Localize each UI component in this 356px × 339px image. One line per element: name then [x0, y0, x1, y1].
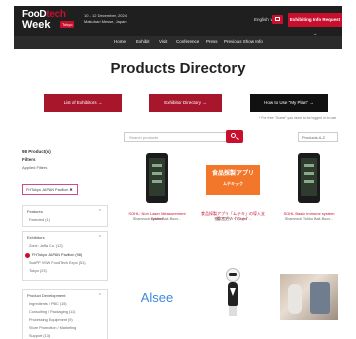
exhibitor-directory-button[interactable]: Exhibitor Directory → — [149, 94, 222, 112]
product-title[interactable]: SOHL Basic Immune system — [276, 211, 342, 216]
filter-option[interactable]: Ingredients / PBC (15) — [29, 302, 67, 306]
filter-option-selected[interactable]: FHTokyo JAPAN Pavilion (98) — [32, 253, 82, 257]
filter-panel-product-development: Product Development ⌃ Ingredients / PBC … — [22, 289, 108, 339]
product-exhibitor: Shamrock Tohko Bak Bucx... — [284, 217, 334, 221]
site-logo[interactable]: FooDtech Week — [22, 9, 66, 31]
product-image[interactable] — [200, 268, 266, 324]
nav-item-conference[interactable]: Conference — [176, 39, 199, 44]
how-to-use-my-plan-button[interactable]: How to Use "My Plan" → — [250, 94, 328, 112]
chevron-up-icon[interactable]: ⌃ — [98, 293, 102, 299]
filter-panel-features: Features ⌃ Featured (1) — [22, 205, 108, 227]
logo-text-week: Week — [22, 19, 51, 31]
filter-option[interactable]: Consulting / Packaging (11) — [29, 310, 75, 314]
event-info: 10 - 12 December, 2024 Makuhari Messe, J… — [84, 13, 127, 25]
filter-option[interactable]: Featured (1) — [29, 218, 50, 222]
product-exhibitor: Shamrock Tohko Bak Bucx... — [132, 217, 182, 221]
nav-item-visit[interactable]: Visit — [159, 39, 167, 44]
sort-select[interactable]: Products A-Z — [298, 132, 338, 142]
chevron-up-icon[interactable]: ⌃ — [98, 235, 102, 241]
selected-indicator — [25, 253, 30, 258]
guest-note: * For free "Guest" you need to be logged… — [259, 116, 337, 120]
applied-filters-label: Applied Filters — [22, 165, 48, 170]
search-icon[interactable] — [226, 130, 243, 143]
mail-icon[interactable] — [272, 15, 283, 24]
page-title: Products Directory — [110, 60, 246, 77]
device-image — [298, 153, 320, 203]
language-selector[interactable]: English ∨ — [254, 17, 273, 23]
nav-item-home[interactable]: Home — [114, 39, 126, 44]
chevron-up-icon[interactable]: ⌃ — [98, 209, 102, 215]
banner-subtitle: ムテキック — [223, 181, 243, 186]
exhibiting-info-request-button[interactable]: Exhibiting Info Request → — [288, 13, 342, 36]
product-image[interactable] — [276, 151, 342, 207]
filter-option[interactable]: Support (13) — [29, 334, 50, 338]
search-input[interactable]: Search products — [124, 132, 228, 142]
robot-image — [226, 268, 240, 318]
product-image[interactable]: 食品採製アプリ ムテキック — [200, 151, 266, 207]
event-venue: Makuhari Messe, Japan — [84, 19, 127, 24]
banner-title: 食品採製アプリ — [211, 171, 254, 177]
device-image — [146, 153, 168, 203]
filter-option[interactable]: Processing Equipment (9) — [29, 318, 73, 322]
product-image[interactable] — [124, 151, 190, 207]
site-header: FooDtech Week Tokyo 10 - 12 December, 20… — [14, 6, 342, 36]
filters-heading: Filters — [22, 157, 36, 162]
filter-panel-title[interactable]: Features — [27, 209, 43, 214]
applied-filter-chip[interactable]: FHTokyo JAPAN Pavilion ✖ — [22, 184, 78, 195]
nav-item-exhibit[interactable]: Exhibit — [136, 39, 150, 44]
product-photo — [280, 274, 338, 320]
filter-option[interactable]: Zone: Jaffa Co. (12) — [29, 244, 63, 248]
filter-option[interactable]: ScaPP XSW FoodTech Expo (51) — [29, 261, 86, 265]
logo-badge: Tokyo — [60, 21, 75, 28]
app-banner-image: 食品採製アプリ ムテキック — [206, 165, 260, 195]
product-count: 98 Product(s) — [22, 149, 51, 154]
nav-item-press[interactable]: Press — [206, 39, 218, 44]
filter-panel-title[interactable]: Exhibitors — [27, 235, 45, 240]
page: FooDtech Week Tokyo 10 - 12 December, 20… — [14, 6, 342, 339]
list-of-exhibitors-button[interactable]: List of Exhibitors → — [44, 94, 122, 112]
filter-option[interactable]: Store Promotion / Marketing — [29, 326, 76, 330]
alsee-logo: Alsee — [140, 290, 174, 305]
filter-panel-exhibitors: Exhibitors ⌃ Zone: Jaffa Co. (12) FHToky… — [22, 231, 108, 281]
product-image[interactable] — [276, 268, 342, 324]
product-exhibitor: 株式会社ハイウェイ... — [214, 217, 252, 221]
nav-item-previous-show[interactable]: Previous Show Info — [224, 39, 263, 44]
main-nav: Home Exhibit Visit Conference Press Prev… — [14, 36, 342, 49]
filter-option[interactable]: Tokyo (23) — [29, 269, 47, 273]
product-image[interactable]: Alsee — [124, 268, 190, 324]
filter-panel-title[interactable]: Product Development — [27, 293, 65, 298]
